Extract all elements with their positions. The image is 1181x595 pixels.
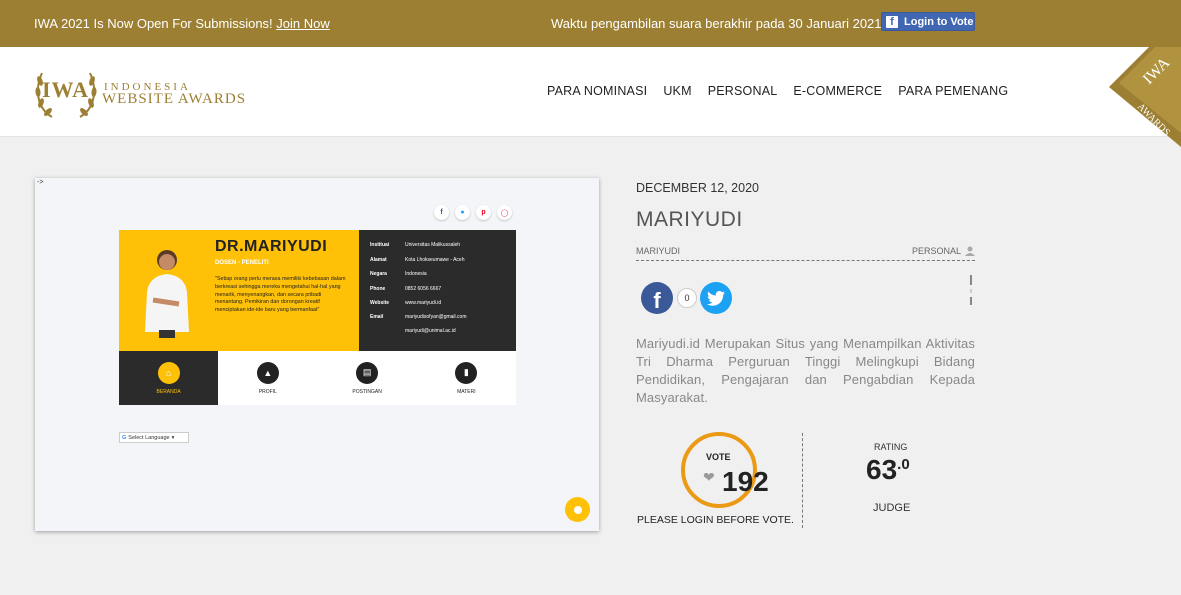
preview-menu: ⌂ BERANDA ▲ PROFIL ▤ POSTINGAN ▮ MATERI (119, 351, 516, 405)
info-row: Website www.mariyudi.id (370, 300, 442, 306)
instagram-icon: ◯ (497, 205, 512, 220)
preview-name: DR.MARIYUDI (215, 238, 328, 255)
main-nav: PARA NOMINASI UKM PERSONAL E-COMMERCE PA… (547, 84, 1024, 98)
info-row: mariyudi@unimal.ac.id (405, 328, 456, 334)
site-logo[interactable]: IWA INDONESIA WEBSITE AWARDS (34, 61, 254, 123)
entry-category[interactable]: PERSONAL (912, 246, 975, 256)
rating-decimal: .0 (897, 456, 910, 473)
facebook-icon: f (886, 15, 898, 28)
info-row: Email mariyudisofyan@gmail.com (370, 314, 467, 320)
twitter-icon: ● (455, 205, 470, 220)
share-scroll-indicator (970, 275, 973, 305)
vote-label: VOTE (706, 452, 731, 462)
preview-menu-beranda: ⌂ BERANDA (119, 351, 219, 405)
graduate-icon: ▲ (256, 361, 279, 384)
nav-personal[interactable]: PERSONAL (708, 84, 778, 98)
person-photo-icon (145, 250, 189, 338)
announcement-text: IWA 2021 Is Now Open For Submissions! (34, 16, 273, 31)
preview-menu-profil: ▲ PROFIL (218, 351, 317, 405)
info-row: Negara Indonesia (370, 271, 427, 277)
entry-date: DECEMBER 12, 2020 (636, 181, 759, 195)
login-to-vote-button[interactable]: f Login to Vote (881, 12, 975, 31)
preview-chat-button (565, 497, 590, 522)
preview-menu-postingan: ▤ POSTINGAN (318, 351, 417, 405)
share-buttons: f 0 (641, 282, 732, 314)
facebook-icon: f (434, 205, 449, 220)
entry-category-label: PERSONAL (911, 246, 961, 256)
document-icon: ▤ (356, 361, 379, 384)
preview-arrow: -> (37, 179, 44, 186)
twitter-share-button[interactable] (700, 282, 732, 314)
preview-menu-materi: ▮ MATERI (417, 351, 516, 405)
home-icon: ⌂ (157, 361, 180, 384)
facebook-share-button[interactable]: f (641, 282, 673, 314)
info-row: Phone 0852 6056 6667 (370, 286, 442, 292)
logo-line-2: WEBSITE AWARDS (102, 91, 247, 107)
vote-deadline: Waktu pengambilan suara berakhir pada 30… (551, 16, 889, 31)
nav-ukm[interactable]: UKM (663, 84, 691, 98)
dropdown-icon: ▾ (171, 434, 175, 441)
folder-icon: ▮ (455, 361, 478, 384)
share-count: 0 (677, 288, 697, 308)
top-announcement-bar: IWA 2021 Is Now Open For Submissions! Jo… (0, 0, 1181, 47)
rating-value: 63.0 (866, 454, 910, 485)
rating-label: RATING (874, 442, 908, 452)
preview-yellow-panel: DR.MARIYUDI DOSEN - PENELITI "Setiap ora… (119, 230, 359, 351)
join-now-link[interactable]: Join Now (276, 16, 329, 31)
twitter-icon (707, 290, 725, 306)
entry-title: MARIYUDI (636, 208, 743, 231)
website-preview[interactable]: -> f ● p ◯ DR.MARIYUDI DOSEN - PENELITI … (35, 178, 599, 531)
iwa-awards-ribbon: IWA AWARDS (1109, 47, 1181, 147)
rating-judge-label: JUDGE (873, 502, 911, 514)
nav-e-commerce[interactable]: E-COMMERCE (793, 84, 882, 98)
announcement: IWA 2021 Is Now Open For Submissions! Jo… (34, 16, 330, 31)
entry-meta: MARIYUDI PERSONAL (636, 245, 975, 261)
chat-icon (573, 505, 582, 514)
vote-widget: VOTE ❤ 192 PLEASE LOGIN BEFORE VOTE. (636, 432, 802, 530)
entry-description: Mariyudi.id Merupakan Situs yang Menampi… (636, 336, 975, 405)
login-to-vote-label: Login to Vote (904, 15, 974, 28)
vote-rating-divider (802, 433, 803, 528)
preview-info-panel: Instituai Universitas Malikussaleh Alamat… (359, 230, 516, 351)
site-header: IWA INDONESIA WEBSITE AWARDS PARA NOMINA… (0, 47, 1181, 137)
preview-select-language: G Select Language ▾ (119, 432, 189, 443)
vote-count: 192 (722, 466, 769, 497)
entry-author: MARIYUDI (636, 246, 681, 256)
info-row: Instituai Universitas Malikussaleh (370, 242, 461, 248)
user-icon (965, 246, 975, 256)
preview-social-icons: f ● p ◯ (434, 205, 512, 220)
logo-mark: IWA (42, 77, 90, 102)
heart-icon[interactable]: ❤ (703, 469, 715, 486)
facebook-icon: f (653, 288, 661, 313)
google-icon: G (122, 434, 127, 441)
preview-profile-card: DR.MARIYUDI DOSEN - PENELITI "Setiap ora… (119, 230, 516, 405)
info-row: Alamat Kota Lhokseumawe - Aceh (370, 257, 465, 263)
vote-login-note: PLEASE LOGIN BEFORE VOTE. (637, 514, 794, 526)
nav-para-nominasi[interactable]: PARA NOMINASI (547, 84, 647, 98)
pinterest-icon: p (476, 205, 491, 220)
preview-quote: "Setiap orang perlu merasa memiliki kebe… (215, 276, 346, 314)
nav-para-pemenang[interactable]: PARA PEMENANG (898, 84, 1008, 98)
preview-role: DOSEN - PENELITI (215, 260, 269, 266)
